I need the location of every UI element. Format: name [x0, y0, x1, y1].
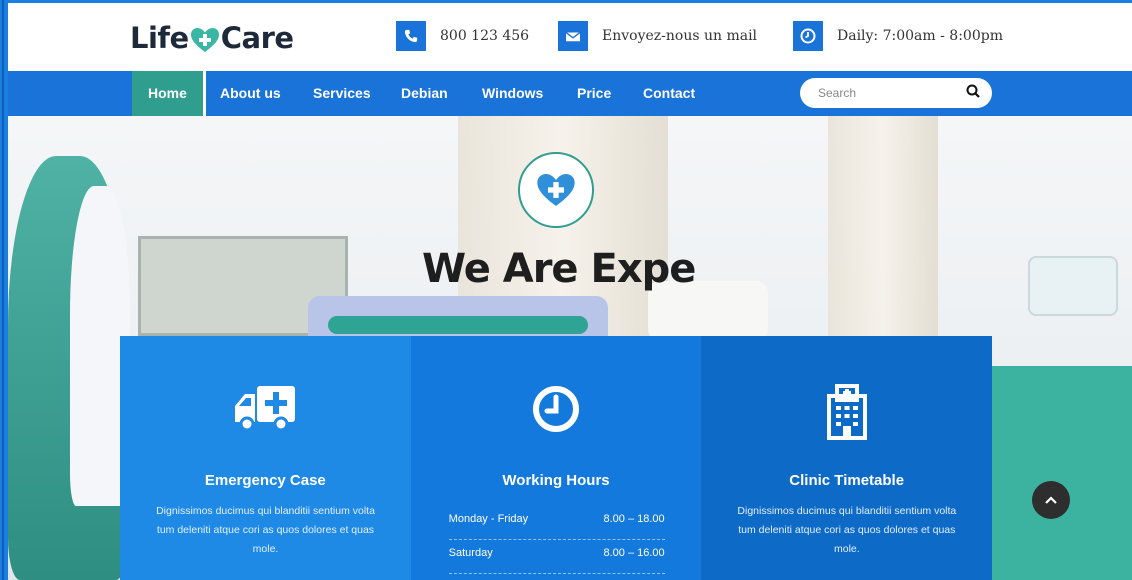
top-accent-strip	[0, 0, 1132, 3]
logo-text-right: Care	[220, 21, 294, 55]
contact-mail[interactable]: Envoyez-nous un mail	[558, 21, 757, 51]
site-logo[interactable]: Life Care	[130, 21, 294, 55]
hours-row: Monday - Friday 8.00 – 18.00	[448, 506, 665, 540]
nav-home[interactable]: Home	[132, 71, 206, 119]
hours-day: Saturday	[448, 547, 493, 559]
feature-text: Dignissimos ducimus qui blanditii sentiu…	[156, 505, 375, 555]
left-accent-strip	[0, 0, 8, 580]
hospital-icon	[826, 384, 867, 445]
feature-working-hours: Working Hours Monday - Friday 8.00 – 18.…	[410, 336, 702, 580]
top-header: Life Care 800 123 456 Envoyez-nous un ma…	[8, 3, 1132, 71]
search-icon[interactable]	[966, 84, 980, 103]
clock-icon	[793, 21, 823, 51]
heart-plus-icon	[190, 26, 220, 52]
feature-emergency: Emergency Case Dignissimos ducimus qui b…	[120, 336, 411, 580]
hours-row: Saturday 8.00 – 16.00	[448, 540, 665, 574]
contact-phone[interactable]: 800 123 456	[396, 21, 529, 51]
nav-debian[interactable]: Debian	[401, 71, 448, 116]
feature-text: Dignissimos ducimus qui blanditii sentiu…	[737, 505, 957, 555]
heart-plus-icon	[537, 174, 575, 206]
scroll-to-top-button[interactable]	[1032, 481, 1070, 519]
main-nav: Home About us Services Debian Windows Pr…	[8, 71, 1132, 119]
hours-list: Monday - Friday 8.00 – 18.00 Saturday 8.…	[448, 506, 665, 574]
nav-windows[interactable]: Windows	[482, 71, 543, 116]
envelope-icon	[558, 21, 588, 51]
hero-logo	[518, 152, 594, 228]
contact-mail-text: Envoyez-nous un mail	[602, 28, 758, 44]
feature-title: Working Hours	[502, 472, 610, 489]
feature-clinic-timetable: Clinic Timetable Dignissimos ducimus qui…	[701, 336, 993, 580]
contact-hours: Daily: 7:00am - 8:00pm	[793, 21, 1003, 51]
nav-services[interactable]: Services	[313, 71, 371, 116]
ambulance-icon	[233, 384, 297, 439]
hero-title: We Are Expe	[422, 246, 696, 292]
clock-icon	[531, 384, 581, 439]
search-box	[800, 78, 992, 108]
nav-contact[interactable]: Contact	[643, 71, 695, 116]
nav-price[interactable]: Price	[577, 71, 611, 116]
logo-text-left: Life	[130, 21, 189, 55]
feature-boxes: Emergency Case Dignissimos ducimus qui b…	[120, 336, 993, 580]
contact-hours-text: Daily: 7:00am - 8:00pm	[837, 28, 1003, 44]
bed-image	[968, 366, 1132, 580]
hours-time: 8.00 – 18.00	[603, 513, 665, 525]
phone-icon	[396, 21, 426, 51]
feature-title: Clinic Timetable	[789, 472, 905, 489]
chevron-up-icon	[1045, 496, 1057, 504]
hours-day: Monday - Friday	[448, 513, 529, 525]
search-input[interactable]	[818, 86, 958, 100]
contact-phone-text: 800 123 456	[440, 28, 530, 44]
nav-about-us[interactable]: About us	[220, 71, 281, 116]
equipment-image	[1028, 256, 1118, 316]
hours-time: 8.00 – 16.00	[603, 547, 665, 559]
bed-sheet-image	[328, 316, 588, 334]
feature-title: Emergency Case	[204, 472, 326, 489]
curtain-image	[828, 116, 938, 346]
